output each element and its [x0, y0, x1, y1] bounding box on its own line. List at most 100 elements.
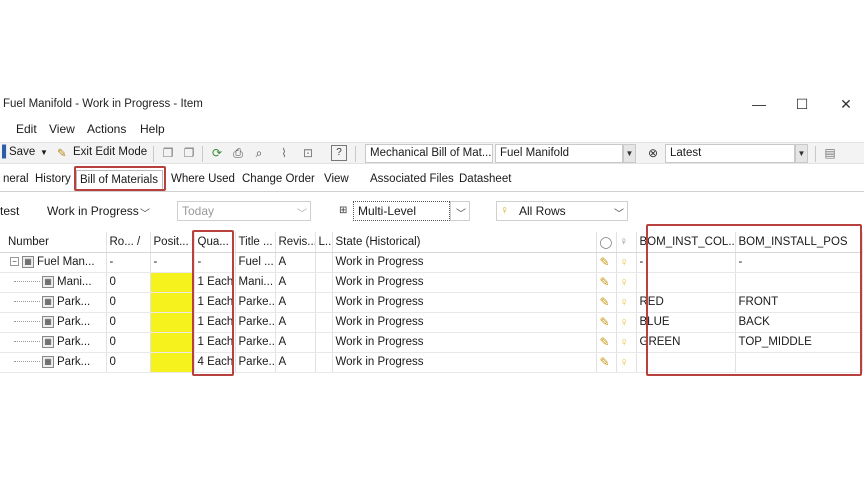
bulb-icon[interactable]: ♀	[620, 255, 629, 269]
date-filter-combo[interactable]: Today	[177, 201, 311, 221]
menu-edit[interactable]: Edit	[16, 122, 37, 136]
revision-combo[interactable]: Latest	[665, 144, 795, 163]
cell-row[interactable]: 0	[106, 312, 151, 333]
cell-l[interactable]	[315, 272, 333, 293]
print-icon[interactable]: ⎙	[230, 145, 246, 161]
table-row[interactable]: − ▦ Fuel Man... - - - Fuel ... A Work in P…	[0, 252, 863, 273]
cell-bom-inst-color[interactable]	[636, 352, 736, 373]
print-preview-icon[interactable]: ⌕	[251, 145, 267, 161]
cell-title[interactable]: Parke...	[235, 312, 276, 333]
cell-position[interactable]	[150, 332, 195, 353]
chevron-down-icon[interactable]: ﹀	[140, 205, 150, 220]
menu-help[interactable]: Help	[140, 122, 165, 136]
col-header-l[interactable]: L...	[315, 232, 333, 253]
tab-associated-files[interactable]: Associated Files	[367, 170, 457, 190]
tab-where-used[interactable]: Where Used	[168, 170, 238, 190]
cell-bom-install-pos[interactable]: BACK	[735, 312, 863, 333]
cell-state[interactable]: Work in Progress	[332, 272, 597, 293]
cell-l[interactable]	[315, 292, 333, 313]
layout-icon[interactable]: ▤	[822, 145, 838, 161]
cell-revision[interactable]: A	[275, 332, 316, 353]
lock-icon[interactable]: ⊡	[300, 145, 316, 161]
state-filter-combo[interactable]: Work in Progress	[42, 201, 154, 221]
col-header-state[interactable]: State (Historical)	[332, 232, 597, 253]
save-dropdown-icon[interactable]: ▼	[40, 148, 48, 164]
bom-type-combo[interactable]: Mechanical Bill of Mat...	[365, 144, 493, 163]
bulb-icon[interactable]: ♀	[620, 355, 629, 369]
cell-bom-inst-color[interactable]: BLUE	[636, 312, 736, 333]
cell-title[interactable]: Parke...	[235, 352, 276, 373]
close-button[interactable]: ✕	[831, 95, 861, 115]
cell-bom-install-pos[interactable]: TOP_MIDDLE	[735, 332, 863, 353]
cell-quantity[interactable]: 1 Each	[194, 332, 236, 353]
cell-position[interactable]	[150, 352, 195, 373]
cell-row[interactable]: -	[106, 252, 151, 273]
cell-bom-install-pos[interactable]	[735, 352, 863, 373]
cell-position[interactable]	[150, 272, 195, 293]
cell-state[interactable]: Work in Progress	[332, 332, 597, 353]
chevron-down-icon[interactable]: ▼	[623, 144, 636, 163]
cell-quantity[interactable]: -	[194, 252, 236, 273]
help-icon[interactable]: ?	[331, 145, 347, 161]
cell-revision[interactable]: A	[275, 272, 316, 293]
bulb-icon[interactable]: ♀	[620, 335, 629, 349]
table-row[interactable]: ▦ Park... 0 1 Each Parke... A Work in Pro…	[0, 312, 863, 333]
copy-icon[interactable]: ❐	[160, 145, 176, 161]
cell-l[interactable]	[315, 332, 333, 353]
refresh-icon[interactable]: ⟳	[209, 145, 225, 161]
cell-quantity[interactable]: 1 Each	[194, 272, 236, 293]
level-filter-combo[interactable]: Multi-Level	[353, 201, 450, 221]
cell-title[interactable]: Parke...	[235, 292, 276, 313]
binoculars-icon[interactable]: ⊗	[645, 145, 661, 161]
tab-bill-of-materials[interactable]: Bill of Materials	[76, 170, 163, 190]
table-row[interactable]: ▦ Park... 0 1 Each Parke... A Work in Pro…	[0, 332, 863, 353]
cell-position[interactable]	[150, 292, 195, 313]
cell-bom-install-pos[interactable]	[735, 272, 863, 293]
cell-state[interactable]: Work in Progress	[332, 352, 597, 373]
bulb-icon[interactable]: ♀	[620, 275, 629, 289]
pencil-icon[interactable]: ✎	[600, 335, 610, 349]
table-row[interactable]: ▦ Mani... 0 1 Each Mani... A Work in Prog…	[0, 272, 863, 293]
cell-l[interactable]	[315, 312, 333, 333]
pencil-icon[interactable]: ✎	[600, 295, 610, 309]
collapse-icon[interactable]: −	[10, 257, 19, 267]
pencil-icon[interactable]: ✎	[600, 355, 610, 369]
col-header-bom-inst-color[interactable]: BOM_INST_COL...	[636, 232, 736, 253]
cell-quantity[interactable]: 4 Each	[194, 352, 236, 373]
cell-row[interactable]: 0	[106, 352, 151, 373]
tab-datasheet[interactable]: Datasheet	[456, 170, 514, 190]
col-header-number[interactable]: Number	[0, 232, 107, 253]
chevron-down-icon[interactable]: ﹀	[297, 205, 307, 220]
cell-title[interactable]: Parke...	[235, 332, 276, 353]
chevron-down-icon[interactable]: ﹀	[614, 205, 624, 220]
cell-state[interactable]: Work in Progress	[332, 312, 597, 333]
col-header-quantity[interactable]: Qua...	[194, 232, 236, 253]
cell-bom-install-pos[interactable]: FRONT	[735, 292, 863, 313]
cell-revision[interactable]: A	[275, 252, 316, 273]
tab-change-order[interactable]: Change Order	[239, 170, 318, 190]
col-header-revision[interactable]: Revis...	[275, 232, 316, 253]
col-header-bulb[interactable]: ♀	[616, 232, 637, 253]
cell-position[interactable]: -	[150, 252, 195, 273]
cell-revision[interactable]: A	[275, 352, 316, 373]
chevron-down-icon[interactable]: ﹀	[456, 205, 466, 220]
col-header-row[interactable]: Ro... /	[106, 232, 151, 253]
table-row[interactable]: ▦ Park... 0 4 Each Parke... A Work in Pro…	[0, 352, 863, 373]
col-header-bom-install-pos[interactable]: BOM_INSTALL_POS	[735, 232, 863, 253]
cell-quantity[interactable]: 1 Each	[194, 292, 236, 313]
menu-actions[interactable]: Actions	[87, 122, 126, 136]
paste-icon[interactable]: ❐	[181, 145, 197, 161]
pencil-icon[interactable]: ✎	[600, 315, 610, 329]
tab-general[interactable]: neral	[0, 170, 32, 190]
cell-l[interactable]	[315, 352, 333, 373]
tab-history[interactable]: History	[32, 170, 74, 190]
cell-revision[interactable]: A	[275, 292, 316, 313]
bulb-icon[interactable]: ♀	[620, 315, 629, 329]
col-header-position[interactable]: Posit...	[150, 232, 195, 253]
cell-l[interactable]	[315, 252, 333, 273]
chevron-down-icon[interactable]: ▼	[795, 144, 808, 163]
pencil-icon[interactable]: ✎	[600, 275, 610, 289]
cell-revision[interactable]: A	[275, 312, 316, 333]
attach-icon[interactable]: ⌇	[276, 145, 292, 161]
cell-row[interactable]: 0	[106, 332, 151, 353]
